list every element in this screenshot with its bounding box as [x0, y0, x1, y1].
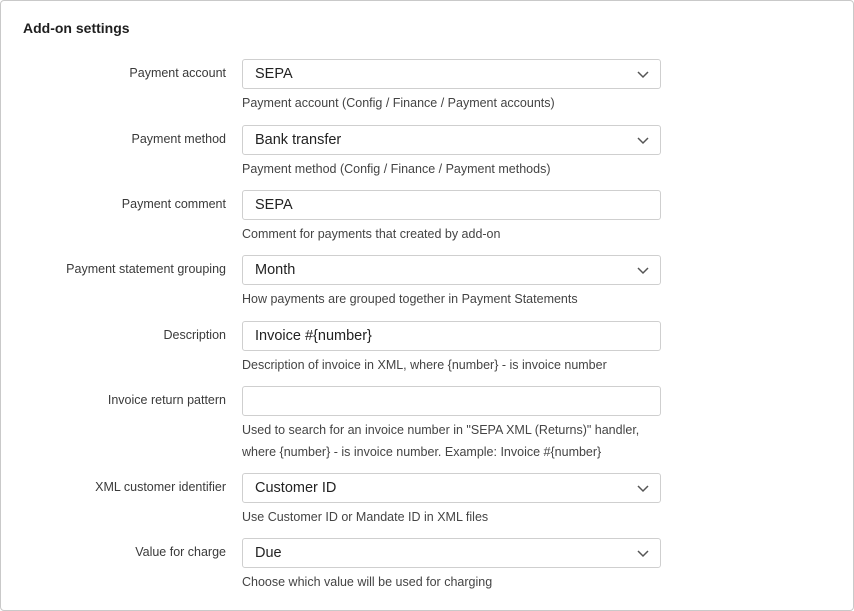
payment-statement-grouping-help: How payments are grouped together in Pay… — [242, 292, 578, 306]
value-for-charge-value: Due — [255, 545, 282, 561]
payment-account-label: Payment account — [129, 66, 226, 80]
xml-customer-identifier-select[interactable]: Customer ID — [242, 473, 661, 503]
payment-statement-grouping-label: Payment statement grouping — [66, 262, 226, 276]
xml-customer-identifier-value: Customer ID — [255, 480, 337, 496]
payment-method-select[interactable]: Bank transfer — [242, 125, 661, 155]
value-for-charge-select[interactable]: Due — [242, 538, 661, 568]
payment-method-help: Payment method (Config / Finance / Payme… — [242, 162, 551, 176]
invoice-return-pattern-label: Invoice return pattern — [107, 393, 226, 407]
chevron-down-icon — [637, 267, 649, 275]
value-for-charge-label: Value for charge — [135, 545, 226, 559]
payment-statement-grouping-value: Month — [255, 262, 296, 278]
payment-method-value: Bank transfer — [255, 132, 342, 148]
value-for-charge-help: Choose which value will be used for char… — [242, 575, 493, 589]
payment-statement-grouping-select[interactable]: Month — [242, 255, 661, 285]
payment-account-value: SEPA — [255, 66, 293, 82]
payment-comment-help: Comment for payments that created by add… — [242, 227, 501, 241]
chevron-down-icon — [637, 71, 649, 79]
xml-customer-identifier-help: Use Customer ID or Mandate ID in XML fil… — [242, 510, 489, 524]
payment-comment-value: SEPA — [255, 197, 293, 213]
payment-comment-input[interactable]: SEPA — [242, 190, 661, 220]
chevron-down-icon — [637, 137, 649, 145]
invoice-return-pattern-input[interactable] — [242, 386, 661, 416]
addon-settings-panel: Add-on settings Payment account SEPA Pay… — [0, 0, 854, 611]
section-title: Add-on settings — [23, 20, 130, 36]
xml-customer-identifier-label: XML customer identifier — [95, 480, 226, 494]
description-help: Description of invoice in XML, where {nu… — [242, 358, 607, 372]
payment-comment-label: Payment comment — [121, 197, 226, 211]
chevron-down-icon — [637, 485, 649, 493]
payment-account-help: Payment account (Config / Finance / Paym… — [242, 96, 555, 110]
invoice-return-pattern-help: Used to search for an invoice number in … — [242, 423, 640, 459]
description-input[interactable]: Invoice #{number} — [242, 321, 661, 351]
payment-account-select[interactable]: SEPA — [242, 59, 661, 89]
payment-method-label: Payment method — [131, 132, 227, 146]
description-value: Invoice #{number} — [255, 328, 372, 344]
chevron-down-icon — [637, 550, 649, 558]
description-label: Description — [163, 328, 226, 342]
